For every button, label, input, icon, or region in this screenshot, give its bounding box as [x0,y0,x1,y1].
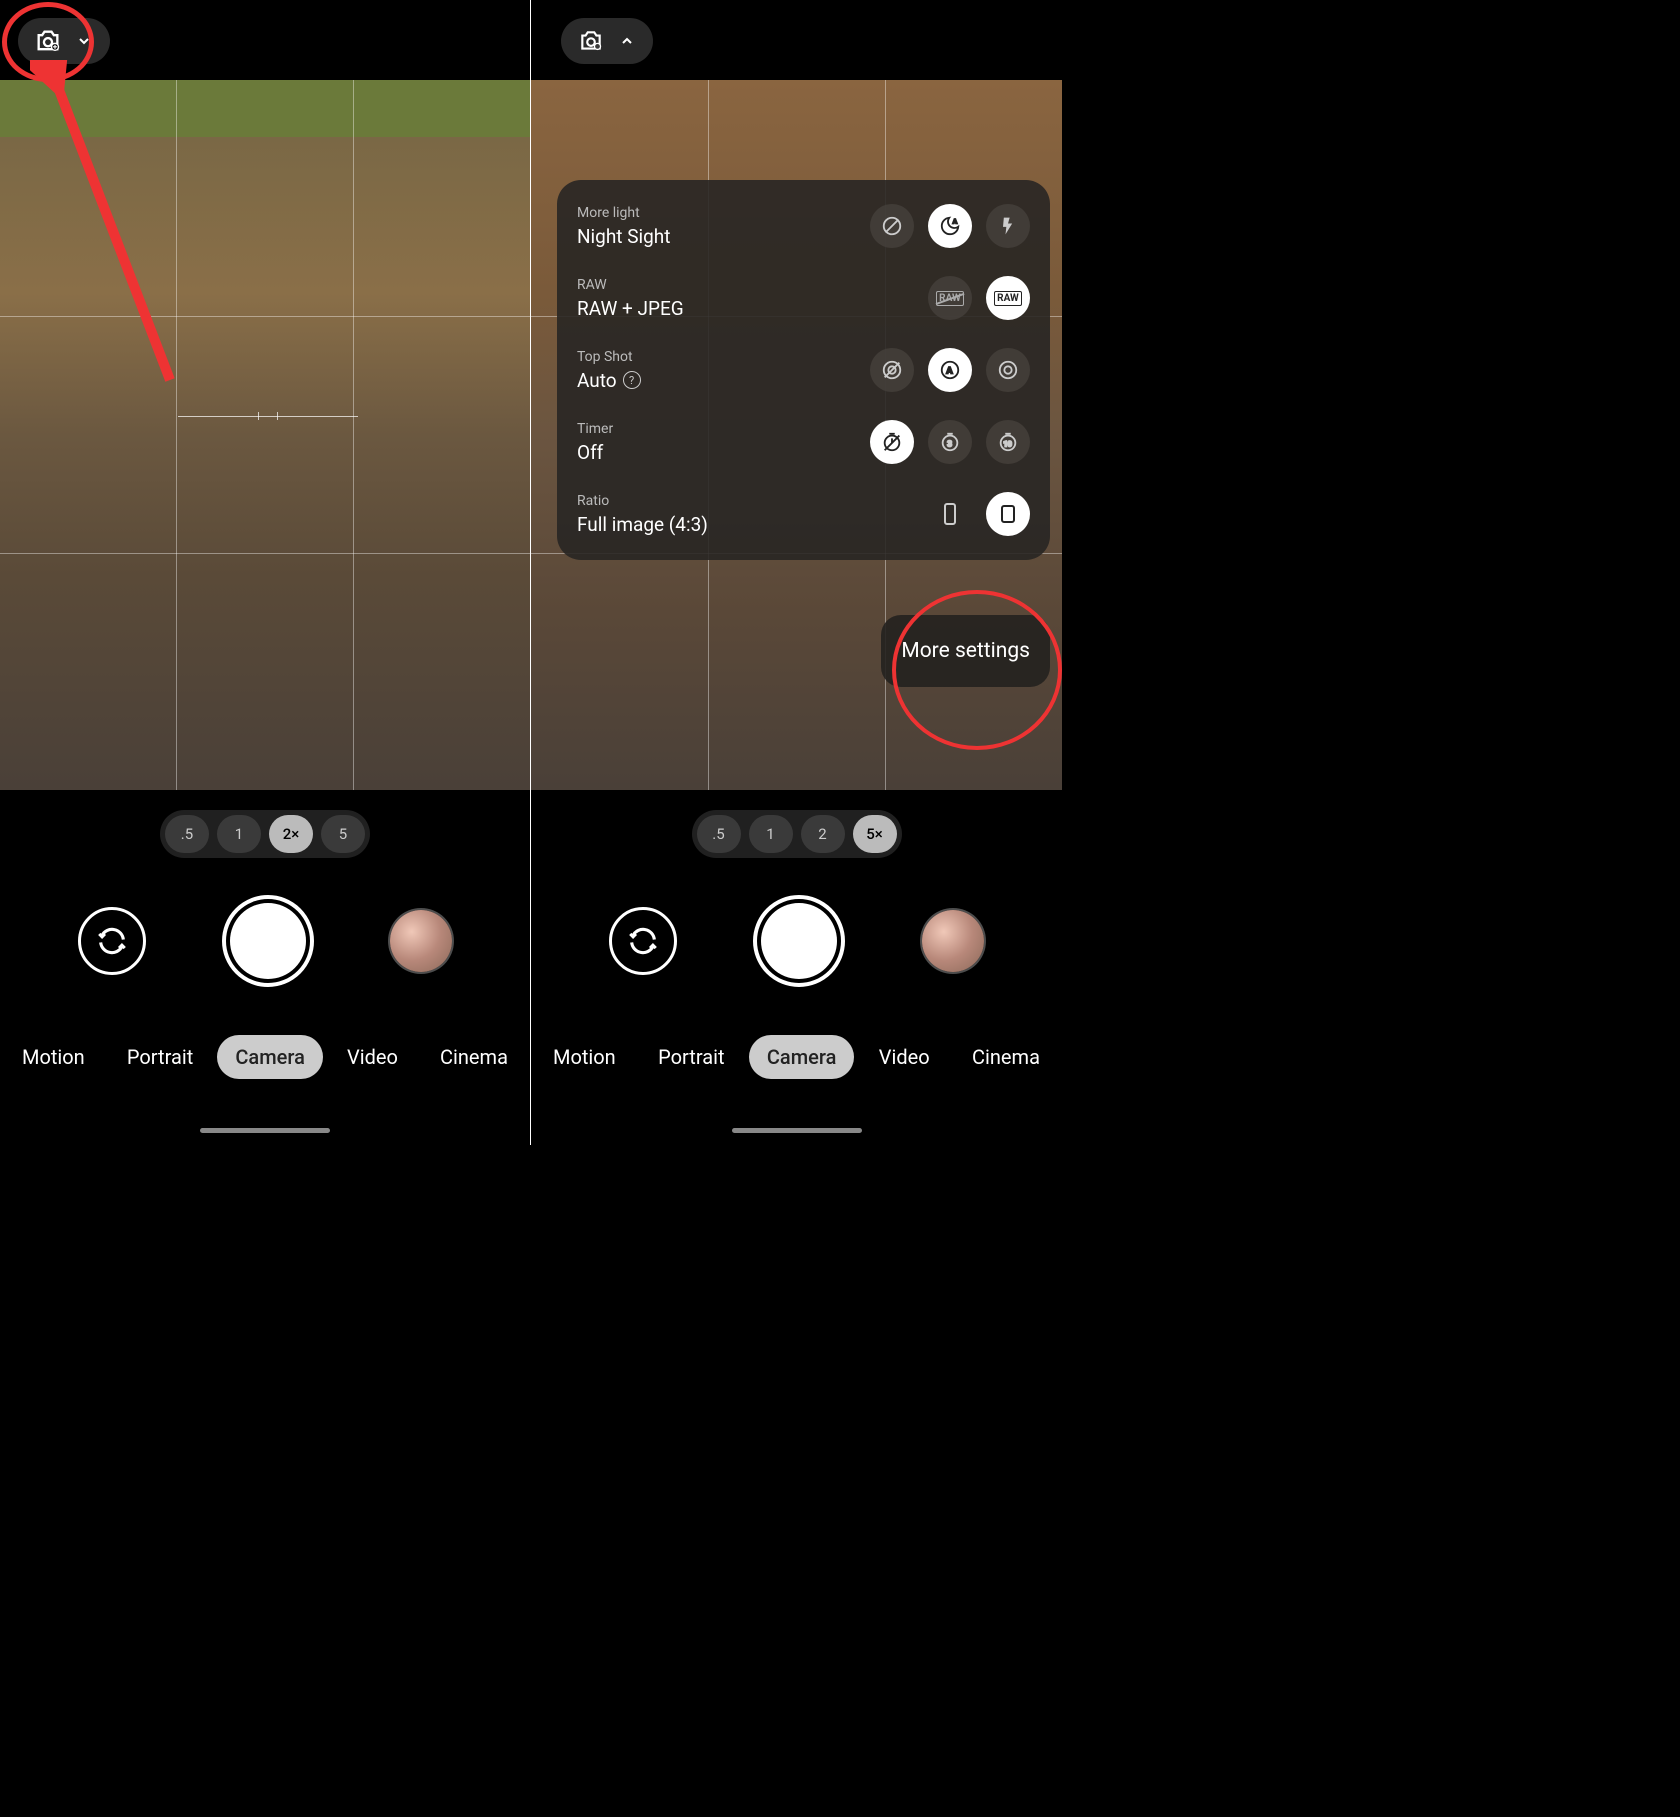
more-settings-button[interactable]: More settings [881,615,1050,687]
setting-top-shot: Top Shot Auto ? A [577,348,1030,392]
raw-on[interactable]: RAW [986,276,1030,320]
top-shot-value: Auto ? [577,369,641,392]
mode-motion[interactable]: Motion [535,1035,634,1079]
controls-row [0,895,530,987]
zoom-5x[interactable]: 5× [853,815,897,853]
mode-cinema[interactable]: Cinema [954,1035,1058,1079]
mode-portrait[interactable]: Portrait [640,1035,742,1079]
zoom-1[interactable]: 1 [217,815,261,853]
top-shot-title: Top Shot [577,349,641,365]
ratio-4-3[interactable] [986,492,1030,536]
left-screenshot: .5 1 2× 5 Motion Portrait Camera Video C… [0,0,531,1145]
more-light-night-sight[interactable]: A [928,204,972,248]
mode-video[interactable]: Video [329,1035,416,1079]
zoom-5[interactable]: 5 [321,815,365,853]
mode-camera[interactable]: Camera [217,1035,322,1079]
more-light-value: Night Sight [577,225,671,248]
ratio-title: Ratio [577,493,708,509]
help-icon[interactable]: ? [623,371,641,389]
top-shot-on[interactable] [986,348,1030,392]
mode-selector[interactable]: Motion Portrait Camera Video Cinema [531,1035,1062,1079]
timer-value: Off [577,441,613,464]
svg-text:A: A [953,217,958,225]
top-shot-off[interactable] [870,348,914,392]
setting-raw: RAW RAW + JPEG RAW RAW [577,276,1030,320]
raw-title: RAW [577,277,684,293]
raw-off[interactable]: RAW [928,276,972,320]
gallery-thumbnail[interactable] [922,910,984,972]
gallery-thumbnail[interactable] [390,910,452,972]
timer-3s[interactable]: 3 [928,420,972,464]
flip-camera-button[interactable] [78,907,146,975]
zoom-2x[interactable]: 2× [269,815,313,853]
chevron-down-icon[interactable] [72,29,96,53]
setting-timer: Timer Off 3 10 [577,420,1030,464]
timer-10s[interactable]: 10 [986,420,1030,464]
more-light-title: More light [577,205,671,221]
zoom-selector[interactable]: .5 1 2 5× [692,810,902,858]
chevron-up-icon[interactable] [615,29,639,53]
viewfinder[interactable] [0,80,530,790]
mode-selector[interactable]: Motion Portrait Camera Video Cinema [0,1035,530,1079]
more-light-off[interactable] [870,204,914,248]
mode-portrait[interactable]: Portrait [109,1035,211,1079]
shutter-button[interactable] [753,895,845,987]
svg-text:A: A [946,367,953,377]
camera-settings-icon[interactable] [32,25,64,57]
timer-off[interactable] [870,420,914,464]
controls-row [531,895,1062,987]
svg-text:10: 10 [1003,440,1011,449]
zoom-0.5[interactable]: .5 [165,815,209,853]
quick-settings-panel: More light Night Sight A RAW RAW + JPEG [557,180,1050,560]
svg-text:3: 3 [947,440,952,450]
zoom-0.5[interactable]: .5 [697,815,741,853]
timer-title: Timer [577,421,613,437]
zoom-1[interactable]: 1 [749,815,793,853]
mode-video[interactable]: Video [861,1035,948,1079]
setting-more-light: More light Night Sight A [577,204,1030,248]
zoom-2[interactable]: 2 [801,815,845,853]
mode-motion[interactable]: Motion [4,1035,103,1079]
more-light-flash[interactable] [986,204,1030,248]
mode-cinema[interactable]: Cinema [422,1035,526,1079]
mode-camera[interactable]: Camera [749,1035,854,1079]
right-screenshot: More light Night Sight A RAW RAW + JPEG [531,0,1062,1145]
shutter-button[interactable] [222,895,314,987]
top-settings-pill[interactable] [561,18,653,64]
top-settings-pill[interactable] [18,18,110,64]
home-indicator[interactable] [200,1128,330,1133]
setting-ratio: Ratio Full image (4:3) [577,492,1030,536]
ratio-wide[interactable] [928,492,972,536]
raw-value: RAW + JPEG [577,297,684,320]
ratio-value: Full image (4:3) [577,513,708,536]
home-indicator[interactable] [732,1128,862,1133]
top-shot-auto[interactable]: A [928,348,972,392]
camera-settings-icon[interactable] [575,25,607,57]
zoom-selector[interactable]: .5 1 2× 5 [160,810,370,858]
flip-camera-button[interactable] [609,907,677,975]
